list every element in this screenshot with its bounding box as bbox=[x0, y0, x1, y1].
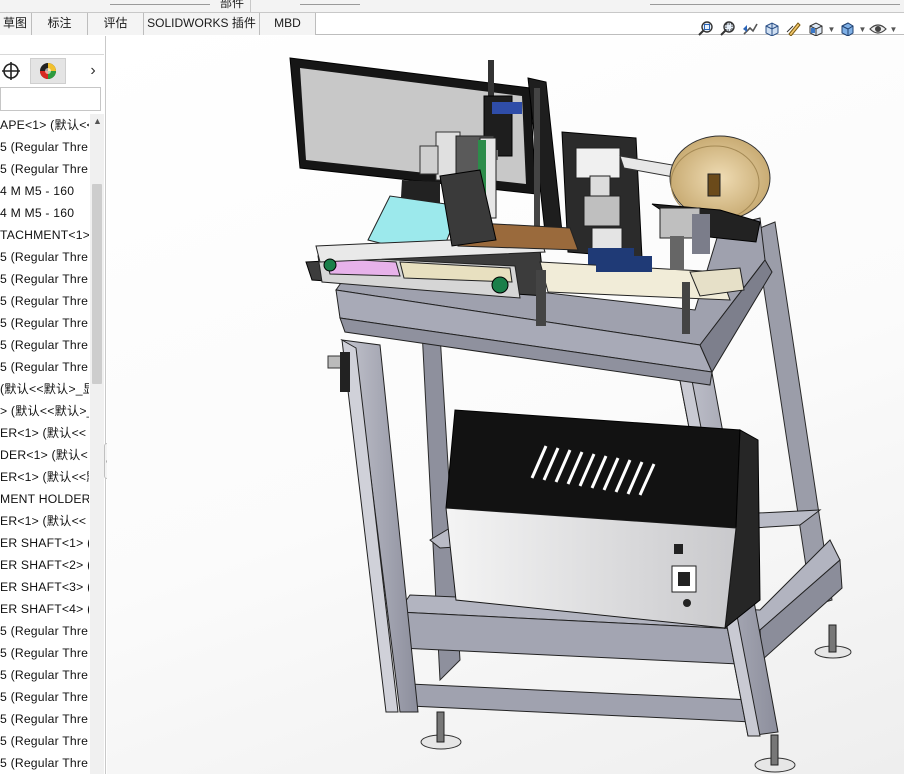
feature-tree-item[interactable]: 5 (Regular Thre bbox=[0, 708, 89, 730]
scrollbar-thumb[interactable] bbox=[92, 184, 102, 384]
feature-tree-item[interactable]: 5 (Regular Thre bbox=[0, 642, 89, 664]
electrical-enclosure bbox=[445, 409, 761, 630]
feature-tree-item[interactable]: 5 (Regular Thre bbox=[0, 752, 89, 774]
side-bracket bbox=[327, 352, 350, 392]
scroll-up-icon[interactable]: ▲ bbox=[93, 116, 102, 126]
chevron-right-icon: › bbox=[90, 62, 96, 79]
menu-divider bbox=[650, 4, 900, 5]
feature-tree-item[interactable]: 5 (Regular Thre bbox=[0, 686, 89, 708]
feature-tree-item[interactable]: 5 (Regular Thre bbox=[0, 158, 89, 180]
feature-tree-item[interactable]: 4 M M5 - 160 bbox=[0, 202, 89, 224]
tab-label: 评估 bbox=[103, 16, 128, 30]
tab-assembly-label: 部件 bbox=[220, 0, 245, 10]
feature-tree-item[interactable]: 4 M M5 - 160 bbox=[0, 180, 89, 202]
feature-tree-item[interactable]: 5 (Regular Thre bbox=[0, 136, 89, 158]
feature-tree-item[interactable]: 5 (Regular Thre bbox=[0, 246, 89, 268]
tape-reel bbox=[619, 135, 771, 254]
dimxpert-icon[interactable] bbox=[0, 58, 26, 84]
top-menu-strip: 部件 bbox=[0, 0, 904, 13]
tab-mbd[interactable]: MBD bbox=[260, 13, 316, 35]
feature-tree-item[interactable]: ER SHAFT<4> ( bbox=[0, 598, 89, 620]
feature-manager-panel: › APE<1> (默认<< 5 (Regular Thre 5 (Regular … bbox=[0, 36, 106, 774]
feature-tree-item[interactable]: DER<1> (默认< bbox=[0, 444, 89, 466]
panel-expand-arrow[interactable]: › bbox=[82, 58, 104, 84]
tab-assembly[interactable]: 部件 bbox=[214, 0, 252, 12]
feature-tree: APE<1> (默认<< 5 (Regular Thre 5 (Regular Th… bbox=[0, 114, 89, 774]
display-manager-icon[interactable] bbox=[30, 58, 66, 84]
feature-tree-item[interactable]: TACHMENT<1> bbox=[0, 224, 89, 246]
feature-tree-item[interactable]: 5 (Regular Thre bbox=[0, 356, 89, 378]
tab-label: MBD bbox=[274, 16, 301, 30]
feature-tree-item[interactable]: 5 (Regular Thre bbox=[0, 620, 89, 642]
enclosure-switch bbox=[674, 544, 683, 554]
menu-divider bbox=[110, 4, 210, 5]
feature-tree-item[interactable]: APE<1> (默认<< bbox=[0, 114, 89, 136]
enclosure-port bbox=[683, 599, 691, 607]
feature-tree-item[interactable]: ER SHAFT<2> ( bbox=[0, 554, 89, 576]
feature-tree-item[interactable]: ER<1> (默认<< bbox=[0, 422, 89, 444]
feature-tree-item[interactable]: ER SHAFT<1> ( bbox=[0, 532, 89, 554]
menu-divider bbox=[300, 4, 360, 5]
feature-tree-item[interactable]: 5 (Regular Thre bbox=[0, 268, 89, 290]
feature-tree-item[interactable]: ER SHAFT<3> ( bbox=[0, 576, 89, 598]
tree-scrollbar[interactable]: ▲ bbox=[90, 114, 104, 774]
feature-tree-item[interactable]: ER<1> (默认<< bbox=[0, 510, 89, 532]
tab-markup[interactable]: 标注 bbox=[32, 13, 88, 35]
graphics-area[interactable] bbox=[107, 36, 904, 774]
feature-tree-item[interactable]: 5 (Regular Thre bbox=[0, 664, 89, 686]
feature-tree-item[interactable]: 5 (Regular Thre bbox=[0, 312, 89, 334]
feature-tree-item[interactable]: 5 (Regular Thre bbox=[0, 730, 89, 752]
tab-label: SOLIDWORKS 插件 bbox=[147, 16, 256, 30]
feature-tree-item[interactable]: MENT HOLDER bbox=[0, 488, 89, 510]
feature-tree-item[interactable]: 5 (Regular Thre bbox=[0, 290, 89, 312]
feature-tree-item[interactable]: ER<1> (默认<<默 bbox=[0, 466, 89, 488]
feature-tree-item[interactable]: (默认<<默认>_显 bbox=[0, 378, 89, 400]
tab-label: 标注 bbox=[47, 16, 72, 30]
panel-divider bbox=[0, 54, 104, 55]
feature-tree-filter[interactable] bbox=[0, 87, 101, 111]
tab-solidworks-addins[interactable]: SOLIDWORKS 插件 bbox=[144, 13, 260, 35]
tab-evaluate[interactable]: 评估 bbox=[88, 13, 144, 35]
tab-sketch[interactable]: 草图 bbox=[0, 13, 32, 35]
tab-label: 草图 bbox=[2, 16, 27, 30]
feature-tree-item[interactable]: 5 (Regular Thre bbox=[0, 334, 89, 356]
cad-model-view bbox=[289, 57, 852, 773]
panel-tab-bar: › bbox=[0, 58, 104, 84]
feature-tree-item[interactable]: > (默认<<默认>_ bbox=[0, 400, 89, 422]
